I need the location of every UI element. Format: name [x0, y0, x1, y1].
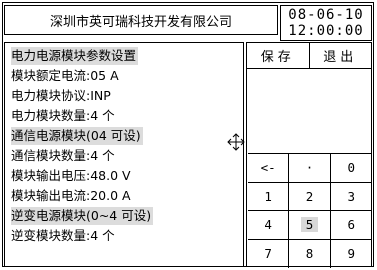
- company-title-text: 深圳市英可瑞科技开发有限公司: [49, 14, 232, 30]
- key-7[interactable]: 7: [248, 239, 290, 268]
- param-rated-current[interactable]: 模块额定电流:05 A: [11, 67, 119, 85]
- param-inverter-module-count[interactable]: 逆变模块数量:4 个: [11, 227, 115, 245]
- parameter-panel: 电力电源模块参数设置 模块额定电流:05 A 电力模块协议:INP 电力模块数量…: [4, 42, 244, 267]
- top-button-bar: 保存 退出: [247, 43, 371, 69]
- key-label: 0: [347, 160, 356, 176]
- control-panel: 保存 退出 <- · 0 1 2 3 4 5 6 7 8 9: [246, 42, 372, 268]
- key-6[interactable]: 6: [330, 211, 372, 240]
- key-backspace[interactable]: <-: [248, 154, 290, 183]
- key-1[interactable]: 1: [248, 182, 290, 211]
- key-5[interactable]: 5: [289, 211, 331, 240]
- key-label: <-: [260, 160, 276, 176]
- move-cursor-icon: [227, 133, 245, 151]
- numeric-keypad: <- · 0 1 2 3 4 5 6 7 8 9: [248, 153, 372, 268]
- key-label: ·: [305, 160, 314, 176]
- key-label: 4: [264, 217, 272, 233]
- section-header-power[interactable]: 电力电源模块参数设置: [11, 47, 139, 65]
- key-4[interactable]: 4: [248, 211, 290, 240]
- key-0[interactable]: 0: [330, 154, 372, 183]
- key-label: 2: [305, 188, 314, 204]
- key-label: 7: [264, 246, 272, 262]
- param-output-voltage[interactable]: 模块输出电压:48.0 V: [11, 167, 131, 185]
- key-9[interactable]: 9: [331, 240, 372, 269]
- time-text: 12:00:00: [288, 23, 364, 39]
- key-label: 8: [305, 246, 314, 262]
- datetime-display: 08-06-10 12:00:00: [280, 5, 372, 41]
- key-3[interactable]: 3: [330, 183, 372, 211]
- key-label: 3: [347, 188, 356, 204]
- param-comm-module-count[interactable]: 通信模块数量:4 个: [11, 147, 115, 165]
- key-2[interactable]: 2: [289, 182, 331, 211]
- key-label: 9: [347, 246, 356, 262]
- key-label: 1: [264, 188, 272, 204]
- param-power-module-count[interactable]: 电力模块数量:4 个: [11, 107, 115, 125]
- section-header-comm[interactable]: 通信电源模块(04 可设): [11, 127, 143, 145]
- exit-button[interactable]: 退出: [308, 43, 372, 68]
- param-output-current[interactable]: 模块输出电流:20.0 A: [11, 187, 131, 205]
- key-8[interactable]: 8: [289, 239, 331, 268]
- date-text: 08-06-10: [288, 7, 364, 23]
- key-label: 6: [347, 217, 356, 233]
- param-power-protocol[interactable]: 电力模块协议:INP: [11, 87, 111, 105]
- save-button[interactable]: 保存: [247, 43, 309, 68]
- section-header-inverter[interactable]: 逆变电源模块(0~4 可设): [11, 207, 154, 225]
- key-dot[interactable]: ·: [289, 154, 331, 183]
- company-title: 深圳市英可瑞科技开发有限公司: [4, 5, 278, 35]
- key-label: 5: [300, 217, 319, 233]
